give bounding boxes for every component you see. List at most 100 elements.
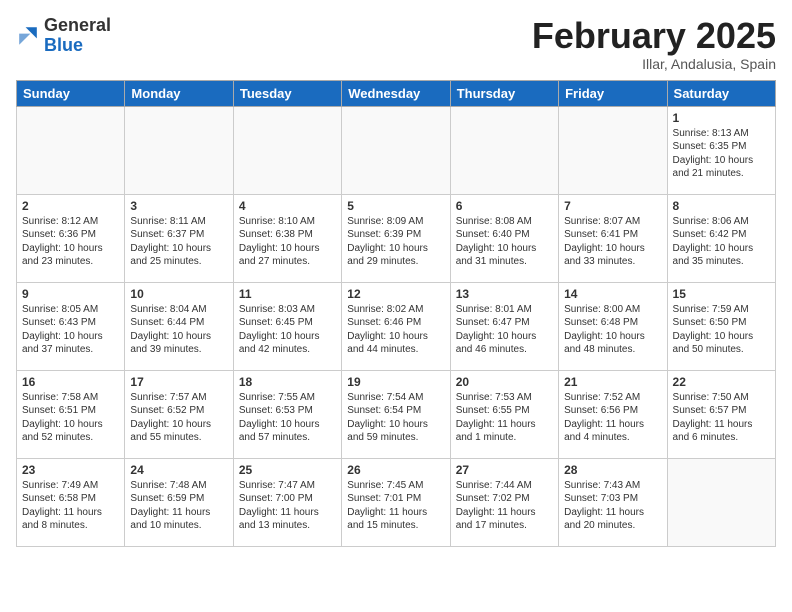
day-number: 18 bbox=[239, 375, 336, 389]
day-number: 10 bbox=[130, 287, 227, 301]
calendar-cell: 15 Sunrise: 7:59 AM Sunset: 6:50 PM Dayli… bbox=[667, 282, 775, 370]
day-number: 16 bbox=[22, 375, 119, 389]
calendar-week-row: 9 Sunrise: 8:05 AM Sunset: 6:43 PM Daylig… bbox=[17, 282, 776, 370]
weekday-header-tuesday: Tuesday bbox=[233, 80, 341, 106]
day-info: Sunrise: 8:11 AM Sunset: 6:37 PM Dayligh… bbox=[130, 215, 227, 269]
weekday-header-thursday: Thursday bbox=[450, 80, 558, 106]
calendar-cell: 23 Sunrise: 7:49 AM Sunset: 6:58 PM Dayli… bbox=[17, 458, 125, 546]
day-number: 26 bbox=[347, 463, 444, 477]
day-number: 15 bbox=[673, 287, 770, 301]
calendar-title: February 2025 bbox=[532, 16, 776, 56]
calendar-cell bbox=[667, 458, 775, 546]
day-number: 7 bbox=[564, 199, 661, 213]
day-info: Sunrise: 8:05 AM Sunset: 6:43 PM Dayligh… bbox=[22, 303, 119, 357]
calendar-cell: 17 Sunrise: 7:57 AM Sunset: 6:52 PM Dayli… bbox=[125, 370, 233, 458]
calendar-cell bbox=[450, 106, 558, 194]
calendar-cell: 22 Sunrise: 7:50 AM Sunset: 6:57 PM Dayli… bbox=[667, 370, 775, 458]
day-info: Sunrise: 8:02 AM Sunset: 6:46 PM Dayligh… bbox=[347, 303, 444, 357]
weekday-header-sunday: Sunday bbox=[17, 80, 125, 106]
calendar-cell: 24 Sunrise: 7:48 AM Sunset: 6:59 PM Dayli… bbox=[125, 458, 233, 546]
day-info: Sunrise: 7:55 AM Sunset: 6:53 PM Dayligh… bbox=[239, 391, 336, 445]
calendar-cell: 21 Sunrise: 7:52 AM Sunset: 6:56 PM Dayli… bbox=[559, 370, 667, 458]
calendar-cell: 27 Sunrise: 7:44 AM Sunset: 7:02 PM Dayli… bbox=[450, 458, 558, 546]
day-number: 2 bbox=[22, 199, 119, 213]
day-number: 17 bbox=[130, 375, 227, 389]
day-number: 3 bbox=[130, 199, 227, 213]
logo-icon bbox=[16, 24, 40, 48]
weekday-header-wednesday: Wednesday bbox=[342, 80, 450, 106]
day-info: Sunrise: 7:49 AM Sunset: 6:58 PM Dayligh… bbox=[22, 479, 119, 533]
weekday-header-row: SundayMondayTuesdayWednesdayThursdayFrid… bbox=[17, 80, 776, 106]
calendar-cell: 3 Sunrise: 8:11 AM Sunset: 6:37 PM Daylig… bbox=[125, 194, 233, 282]
calendar-table: SundayMondayTuesdayWednesdayThursdayFrid… bbox=[16, 80, 776, 547]
day-info: Sunrise: 8:08 AM Sunset: 6:40 PM Dayligh… bbox=[456, 215, 553, 269]
day-info: Sunrise: 7:54 AM Sunset: 6:54 PM Dayligh… bbox=[347, 391, 444, 445]
calendar-cell bbox=[559, 106, 667, 194]
day-number: 6 bbox=[456, 199, 553, 213]
calendar-cell: 4Sunrise: 8:10 AM Sunset: 6:38 PM Daylig… bbox=[233, 194, 341, 282]
calendar-cell: 18 Sunrise: 7:55 AM Sunset: 6:53 PM Dayli… bbox=[233, 370, 341, 458]
day-info: Sunrise: 7:57 AM Sunset: 6:52 PM Dayligh… bbox=[130, 391, 227, 445]
day-info: Sunrise: 8:07 AM Sunset: 6:41 PM Dayligh… bbox=[564, 215, 661, 269]
day-number: 28 bbox=[564, 463, 661, 477]
day-number: 9 bbox=[22, 287, 119, 301]
day-info: Sunrise: 8:01 AM Sunset: 6:47 PM Dayligh… bbox=[456, 303, 553, 357]
day-number: 22 bbox=[673, 375, 770, 389]
day-info: Sunrise: 7:59 AM Sunset: 6:50 PM Dayligh… bbox=[673, 303, 770, 357]
logo-general-text: General bbox=[44, 16, 111, 36]
calendar-cell: 8 Sunrise: 8:06 AM Sunset: 6:42 PM Daylig… bbox=[667, 194, 775, 282]
calendar-week-row: 2 Sunrise: 8:12 AM Sunset: 6:36 PM Daylig… bbox=[17, 194, 776, 282]
day-info: Sunrise: 7:53 AM Sunset: 6:55 PM Dayligh… bbox=[456, 391, 553, 445]
calendar-cell: 9 Sunrise: 8:05 AM Sunset: 6:43 PM Daylig… bbox=[17, 282, 125, 370]
day-number: 5 bbox=[347, 199, 444, 213]
calendar-week-row: 16 Sunrise: 7:58 AM Sunset: 6:51 PM Dayli… bbox=[17, 370, 776, 458]
day-info: Sunrise: 7:44 AM Sunset: 7:02 PM Dayligh… bbox=[456, 479, 553, 533]
day-info: Sunrise: 7:48 AM Sunset: 6:59 PM Dayligh… bbox=[130, 479, 227, 533]
day-number: 23 bbox=[22, 463, 119, 477]
calendar-cell: 6 Sunrise: 8:08 AM Sunset: 6:40 PM Daylig… bbox=[450, 194, 558, 282]
day-number: 4 bbox=[239, 199, 336, 213]
day-number: 11 bbox=[239, 287, 336, 301]
calendar-cell: 11 Sunrise: 8:03 AM Sunset: 6:45 PM Dayli… bbox=[233, 282, 341, 370]
day-number: 27 bbox=[456, 463, 553, 477]
day-number: 24 bbox=[130, 463, 227, 477]
day-info: Sunrise: 7:47 AM Sunset: 7:00 PM Dayligh… bbox=[239, 479, 336, 533]
day-info: Sunrise: 8:03 AM Sunset: 6:45 PM Dayligh… bbox=[239, 303, 336, 357]
calendar-cell: 20 Sunrise: 7:53 AM Sunset: 6:55 PM Dayli… bbox=[450, 370, 558, 458]
weekday-header-monday: Monday bbox=[125, 80, 233, 106]
title-block: February 2025 Illar, Andalusia, Spain bbox=[532, 16, 776, 72]
calendar-cell: 10 Sunrise: 8:04 AM Sunset: 6:44 PM Dayli… bbox=[125, 282, 233, 370]
calendar-cell: 16 Sunrise: 7:58 AM Sunset: 6:51 PM Dayli… bbox=[17, 370, 125, 458]
logo: General Blue bbox=[16, 16, 111, 56]
calendar-cell: 19 Sunrise: 7:54 AM Sunset: 6:54 PM Dayli… bbox=[342, 370, 450, 458]
day-info: Sunrise: 8:12 AM Sunset: 6:36 PM Dayligh… bbox=[22, 215, 119, 269]
day-info: Sunrise: 8:06 AM Sunset: 6:42 PM Dayligh… bbox=[673, 215, 770, 269]
day-info: Sunrise: 8:04 AM Sunset: 6:44 PM Dayligh… bbox=[130, 303, 227, 357]
day-number: 1 bbox=[673, 111, 770, 125]
calendar-cell: 5Sunrise: 8:09 AM Sunset: 6:39 PM Daylig… bbox=[342, 194, 450, 282]
calendar-cell bbox=[342, 106, 450, 194]
day-number: 25 bbox=[239, 463, 336, 477]
calendar-week-row: 1Sunrise: 8:13 AM Sunset: 6:35 PM Daylig… bbox=[17, 106, 776, 194]
calendar-subtitle: Illar, Andalusia, Spain bbox=[532, 56, 776, 72]
day-info: Sunrise: 7:58 AM Sunset: 6:51 PM Dayligh… bbox=[22, 391, 119, 445]
weekday-header-saturday: Saturday bbox=[667, 80, 775, 106]
day-number: 20 bbox=[456, 375, 553, 389]
day-number: 8 bbox=[673, 199, 770, 213]
day-info: Sunrise: 7:43 AM Sunset: 7:03 PM Dayligh… bbox=[564, 479, 661, 533]
calendar-cell: 13 Sunrise: 8:01 AM Sunset: 6:47 PM Dayli… bbox=[450, 282, 558, 370]
page-header: General Blue February 2025 Illar, Andalu… bbox=[16, 16, 776, 72]
calendar-cell: 26Sunrise: 7:45 AM Sunset: 7:01 PM Dayli… bbox=[342, 458, 450, 546]
calendar-cell bbox=[17, 106, 125, 194]
day-info: Sunrise: 7:50 AM Sunset: 6:57 PM Dayligh… bbox=[673, 391, 770, 445]
day-number: 21 bbox=[564, 375, 661, 389]
calendar-cell: 12Sunrise: 8:02 AM Sunset: 6:46 PM Dayli… bbox=[342, 282, 450, 370]
calendar-cell bbox=[125, 106, 233, 194]
calendar-cell bbox=[233, 106, 341, 194]
calendar-cell: 14Sunrise: 8:00 AM Sunset: 6:48 PM Dayli… bbox=[559, 282, 667, 370]
weekday-header-friday: Friday bbox=[559, 80, 667, 106]
calendar-cell: 25 Sunrise: 7:47 AM Sunset: 7:00 PM Dayli… bbox=[233, 458, 341, 546]
day-number: 19 bbox=[347, 375, 444, 389]
day-info: Sunrise: 7:52 AM Sunset: 6:56 PM Dayligh… bbox=[564, 391, 661, 445]
day-number: 13 bbox=[456, 287, 553, 301]
